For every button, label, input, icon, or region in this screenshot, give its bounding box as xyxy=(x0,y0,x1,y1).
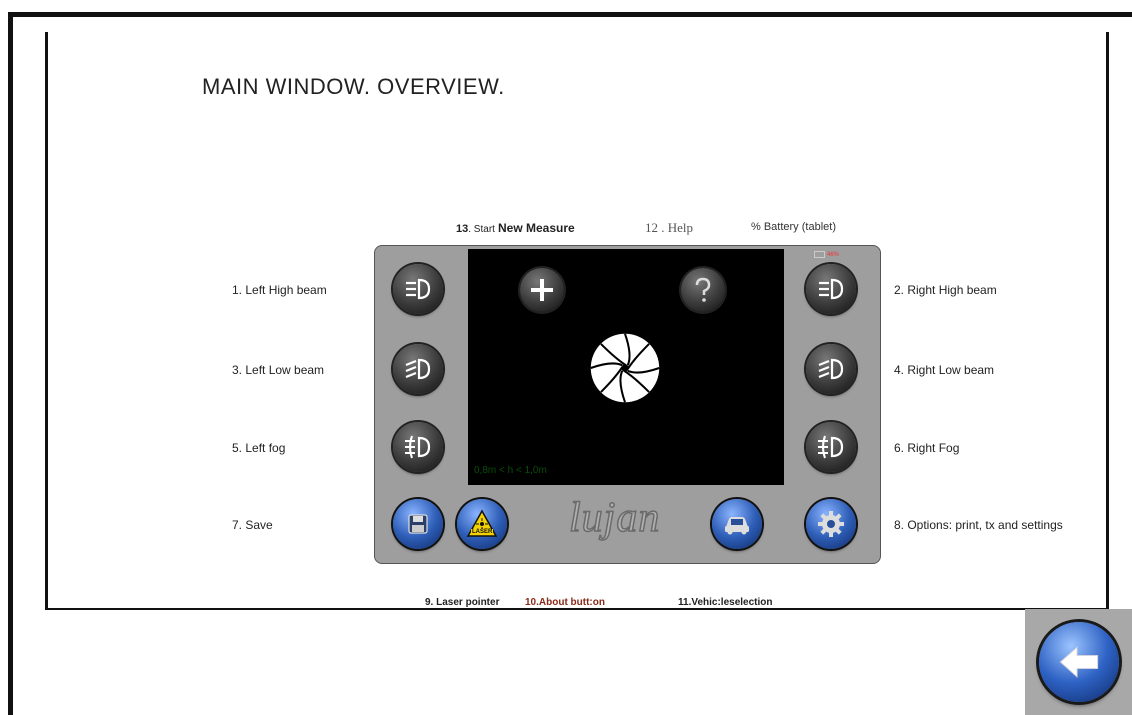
floppy-disk-icon xyxy=(408,514,428,534)
left-low-beam-label: 3. Left Low beam xyxy=(232,363,325,377)
laser-pointer-button[interactable]: LASER xyxy=(457,499,507,549)
right-high-beam-label: 2. Right High beam xyxy=(894,283,997,297)
start-measure-bold: New Measure xyxy=(498,221,575,235)
car-icon xyxy=(725,517,749,535)
inner-left-border xyxy=(45,32,48,610)
aperture-icon xyxy=(590,333,660,403)
about-button-label: 10.About butt:on xyxy=(525,597,605,608)
start-measure-number: 13 xyxy=(456,223,469,235)
height-range-text: 0,8m < h < 1,0m xyxy=(474,465,547,476)
fog-light-icon xyxy=(818,435,844,459)
left-low-beam-button[interactable] xyxy=(393,344,443,394)
right-fog-button[interactable] xyxy=(806,422,856,472)
right-low-beam-label: 4. Right Low beam xyxy=(894,363,995,377)
left-high-beam-label: 1. Left High beam xyxy=(232,283,327,297)
plus-icon xyxy=(531,279,553,301)
low-beam-icon xyxy=(405,358,431,380)
start-measure-prefix: . Start xyxy=(468,224,495,235)
low-beam-icon xyxy=(818,358,844,380)
inner-right-border xyxy=(1106,32,1109,610)
high-beam-icon xyxy=(406,278,431,300)
vehicle-selection-label: 11.Vehic:leselection xyxy=(678,597,773,608)
back-button[interactable] xyxy=(1038,622,1119,702)
battery-level: 46% xyxy=(827,252,840,259)
frame-top-border xyxy=(8,12,1132,17)
help-button[interactable] xyxy=(681,268,725,312)
laser-badge-text: LASER xyxy=(471,529,494,535)
battery-icon xyxy=(814,251,825,258)
right-fog-label: 6. Right Fog xyxy=(894,441,960,455)
high-beam-icon xyxy=(819,278,844,300)
left-fog-label: 5. Left fog xyxy=(232,441,286,455)
frame-left-border xyxy=(8,12,13,715)
help-label: 12 . Help xyxy=(645,220,694,235)
inner-bottom-border xyxy=(45,608,1109,610)
laser-warning-icon xyxy=(466,509,498,537)
start-measure-label: 13. Start New Measure xyxy=(456,221,575,235)
gear-icon xyxy=(818,511,844,537)
left-fog-button[interactable] xyxy=(393,422,443,472)
right-low-beam-button[interactable] xyxy=(806,344,856,394)
start-new-measure-button[interactable] xyxy=(520,268,564,312)
lujan-logo: lujan xyxy=(568,494,661,542)
left-high-beam-button[interactable] xyxy=(393,264,443,314)
back-arrow-icon xyxy=(1059,646,1098,678)
vehicle-selection-button[interactable] xyxy=(712,499,762,549)
question-icon xyxy=(695,277,711,302)
battery-label: % Battery (tablet) xyxy=(751,221,836,233)
laser-pointer-label: 9. Laser pointer xyxy=(425,597,500,608)
options-button[interactable] xyxy=(806,499,856,549)
fog-light-icon xyxy=(405,435,431,459)
save-button[interactable] xyxy=(393,499,443,549)
page-title: MAIN WINDOW. OVERVIEW. xyxy=(202,74,505,99)
save-label: 7. Save xyxy=(232,518,273,532)
back-button-container xyxy=(1025,609,1132,715)
right-high-beam-button[interactable] xyxy=(806,264,856,314)
options-label: 8. Options: print, tx and settings xyxy=(894,518,1063,532)
battery-indicator: 46% xyxy=(814,251,839,258)
